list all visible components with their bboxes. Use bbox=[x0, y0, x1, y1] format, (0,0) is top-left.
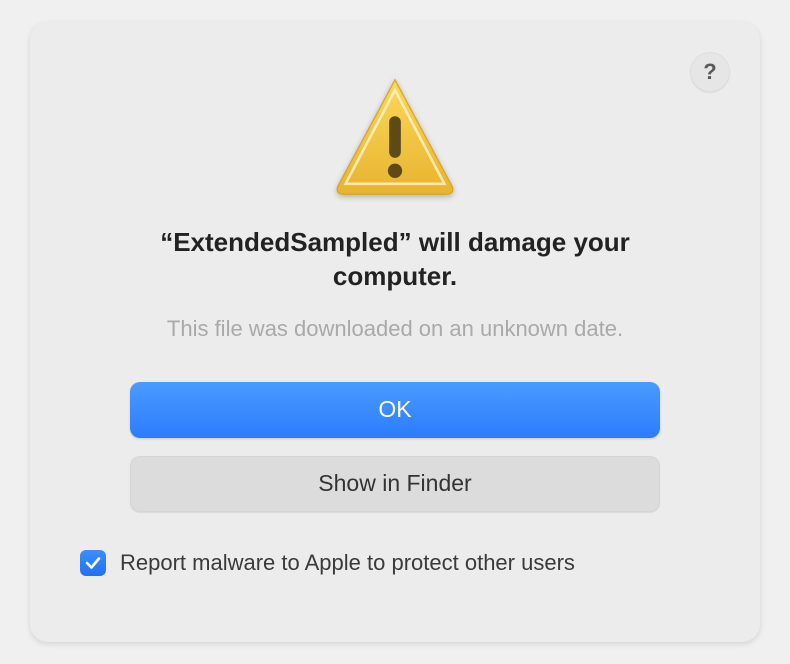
help-button[interactable]: ? bbox=[690, 52, 730, 92]
checkmark-icon bbox=[84, 554, 102, 572]
warning-icon bbox=[330, 72, 460, 202]
show-in-finder-button[interactable]: Show in Finder bbox=[130, 456, 660, 512]
dialog-title: “ExtendedSampled” will damage your compu… bbox=[115, 226, 675, 294]
help-icon: ? bbox=[703, 59, 716, 85]
report-checkbox-label: Report malware to Apple to protect other… bbox=[120, 550, 575, 576]
report-checkbox[interactable] bbox=[80, 550, 106, 576]
dialog-subtitle: This file was downloaded on an unknown d… bbox=[167, 316, 623, 342]
report-checkbox-row: Report malware to Apple to protect other… bbox=[80, 550, 575, 576]
button-stack: OK Show in Finder bbox=[130, 382, 660, 512]
ok-button[interactable]: OK bbox=[130, 382, 660, 438]
alert-dialog: ? “ExtendedSampled” will damage your com… bbox=[30, 22, 760, 642]
